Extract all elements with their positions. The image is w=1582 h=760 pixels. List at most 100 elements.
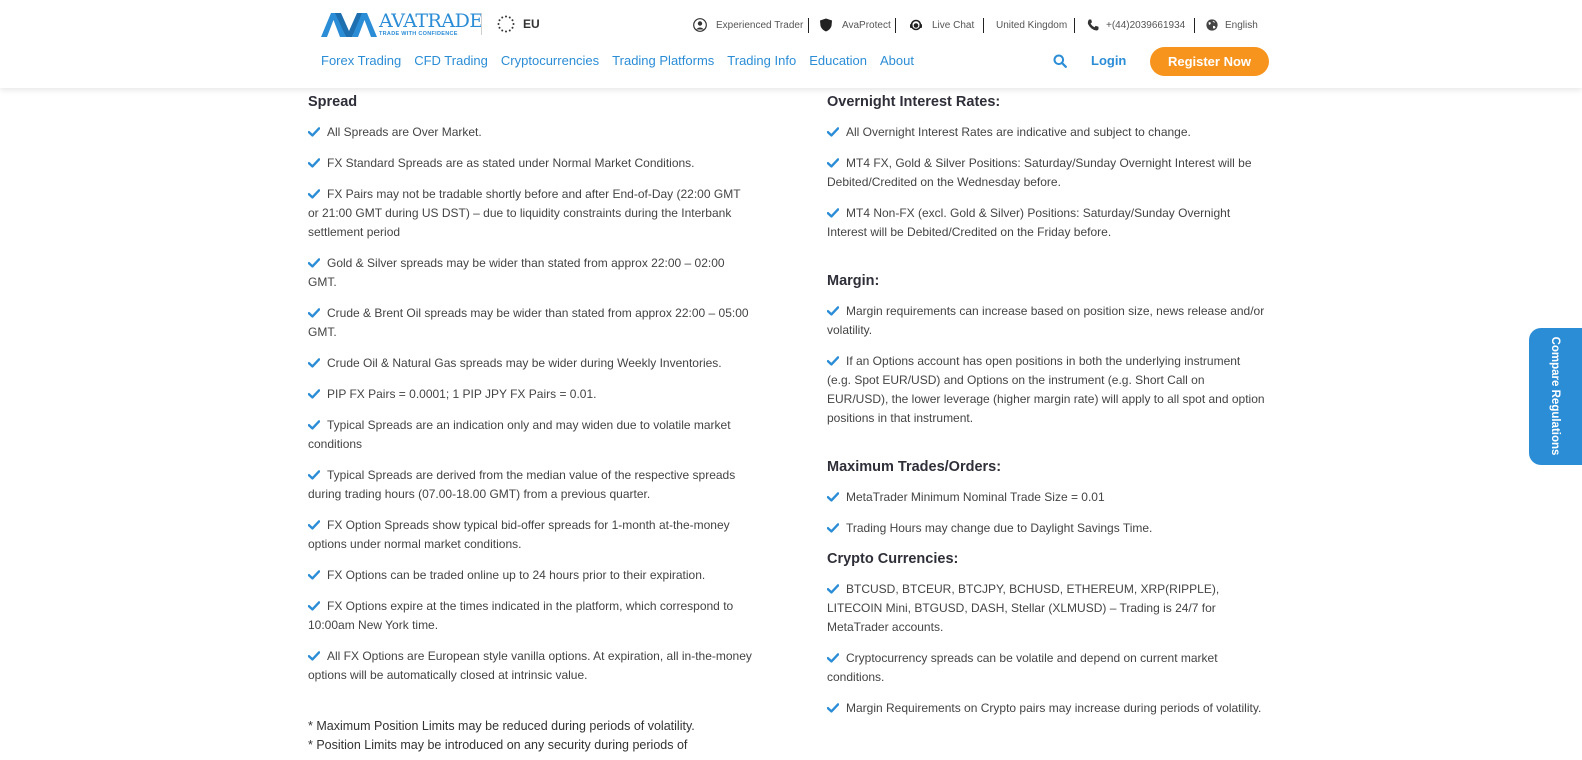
list-item: FX Pairs may not be tradable shortly bef… <box>308 185 753 242</box>
list-item: Cryptocurrency spreads can be volatile a… <box>827 649 1267 687</box>
checkmark-icon <box>308 308 320 318</box>
nav-item-cfd-trading[interactable]: CFD Trading <box>414 53 488 68</box>
checkmark-icon <box>308 601 320 611</box>
brand-name: AVATRADE <box>379 10 483 32</box>
search-icon[interactable] <box>1053 54 1067 68</box>
max-trades-title: Maximum Trades/Orders: <box>827 459 1002 475</box>
topbar-label: AvaProtect <box>842 19 891 31</box>
topbar-item-phone[interactable]: +(44)2039661934 <box>1087 17 1185 33</box>
main-nav: Forex Trading CFD Trading Cryptocurrenci… <box>321 53 927 68</box>
nav-item-cryptocurrencies[interactable]: Cryptocurrencies <box>501 53 599 68</box>
checkmark-icon <box>308 570 320 580</box>
list-item: FX Option Spreads show typical bid-offer… <box>308 516 753 554</box>
login-link[interactable]: Login <box>1091 53 1126 68</box>
avatrade-logo[interactable]: AVATRADE TRADE WITH CONFIDENCE <box>321 12 483 38</box>
list-item: Typical Spreads are an indication only a… <box>308 416 753 454</box>
list-item: FX Options can be traded online up to 24… <box>308 566 753 585</box>
topbar-divider <box>1074 17 1075 33</box>
list-item: Margin requirements can increase based o… <box>827 302 1267 340</box>
logo-divider <box>481 13 482 35</box>
list-item: MT4 FX, Gold & Silver Positions: Saturda… <box>827 154 1267 192</box>
nav-item-trading-info[interactable]: Trading Info <box>727 53 796 68</box>
position-limits-note: * Position Limits may be introduced on a… <box>308 738 688 752</box>
region-label: EU <box>523 17 540 31</box>
list-item: Margin Requirements on Crypto pairs may … <box>827 699 1267 718</box>
checkmark-icon <box>308 651 320 661</box>
crypto-title: Crypto Currencies: <box>827 551 959 567</box>
checkmark-icon <box>308 420 320 430</box>
shield-icon <box>820 18 832 32</box>
topbar-item-experienced-trader[interactable]: Experienced Trader <box>693 17 803 33</box>
topbar-divider <box>808 17 809 33</box>
list-item-text: Gold & Silver spreads may be wider than … <box>308 256 725 289</box>
region-selector[interactable]: EU <box>497 15 540 33</box>
checkmark-icon <box>308 470 320 480</box>
topbar-divider <box>983 17 984 33</box>
list-item: BTCUSD, BTCEUR, BTCJPY, BCHUSD, ETHEREUM… <box>827 580 1267 637</box>
topbar-item-avaprotect[interactable]: AvaProtect <box>819 17 891 33</box>
headset-icon <box>910 19 922 31</box>
list-item-text: MT4 Non-FX (excl. Gold & Silver) Positio… <box>827 206 1231 239</box>
register-now-button[interactable]: Register Now <box>1150 47 1269 76</box>
list-item: All FX Options are European style vanill… <box>308 647 753 685</box>
list-item-text: Typical Spreads are derived from the med… <box>308 468 736 501</box>
nav-item-education[interactable]: Education <box>809 53 867 68</box>
topbar-divider <box>895 17 896 33</box>
ava-logo-icon <box>321 12 377 37</box>
list-item-text: Cryptocurrency spreads can be volatile a… <box>827 651 1218 684</box>
checkmark-icon <box>827 158 839 168</box>
checkmark-icon <box>827 653 839 663</box>
spread-list: All Spreads are Over Market. FX Standard … <box>308 123 753 685</box>
checkmark-icon <box>827 523 839 533</box>
list-item: If an Options account has open positions… <box>827 352 1267 428</box>
list-item: MT4 Non-FX (excl. Gold & Silver) Positio… <box>827 204 1267 242</box>
checkmark-icon <box>308 127 320 137</box>
topbar-label: United Kingdom <box>996 19 1068 31</box>
eu-stars-icon <box>497 15 515 33</box>
list-item: Typical Spreads are derived from the med… <box>308 466 753 504</box>
checkmark-icon <box>308 189 320 199</box>
list-item: FX Standard Spreads are as stated under … <box>308 154 753 173</box>
checkmark-icon <box>827 584 839 594</box>
checkmark-icon <box>827 127 839 137</box>
list-item-text: FX Options expire at the times indicated… <box>308 599 734 632</box>
list-item-text: Margin requirements can increase based o… <box>827 304 1265 337</box>
checkmark-icon <box>827 208 839 218</box>
globe-icon <box>1206 19 1218 31</box>
crypto-list: BTCUSD, BTCEUR, BTCJPY, BCHUSD, ETHEREUM… <box>827 580 1267 718</box>
nav-item-trading-platforms[interactable]: Trading Platforms <box>612 53 714 68</box>
list-item-text: All FX Options are European style vanill… <box>308 649 752 682</box>
topbar-item-country[interactable]: United Kingdom <box>996 17 1067 33</box>
topbar-item-language[interactable]: English <box>1206 17 1258 33</box>
list-item-text: PIP FX Pairs = 0.0001; 1 PIP JPY FX Pair… <box>327 387 597 401</box>
list-item-text: Trading Hours may change due to Daylight… <box>846 521 1153 535</box>
compare-regulations-tab[interactable]: Compare Regulations <box>1529 328 1582 465</box>
phone-icon <box>1087 19 1099 31</box>
list-item: FX Options expire at the times indicated… <box>308 597 753 635</box>
list-item-text: If an Options account has open positions… <box>827 354 1265 425</box>
topbar-item-live-chat[interactable]: Live Chat <box>909 17 974 33</box>
list-item-text: FX Option Spreads show typical bid-offer… <box>308 518 730 551</box>
list-item-text: MT4 FX, Gold & Silver Positions: Saturda… <box>827 156 1252 189</box>
position-limits-note: * Maximum Position Limits may be reduced… <box>308 719 695 733</box>
checkmark-icon <box>308 389 320 399</box>
list-item: All Overnight Interest Rates are indicat… <box>827 123 1267 142</box>
checkmark-icon <box>308 520 320 530</box>
list-item: MetaTrader Minimum Nominal Trade Size = … <box>827 488 1267 507</box>
checkmark-icon <box>827 356 839 366</box>
topbar-label: Experienced Trader <box>716 19 804 31</box>
list-item-text: FX Standard Spreads are as stated under … <box>327 156 695 170</box>
list-item-text: FX Options can be traded online up to 24… <box>327 568 706 582</box>
site-header: AVATRADE TRADE WITH CONFIDENCE EU Experi… <box>0 0 1582 88</box>
compare-regulations-label: Compare Regulations <box>1549 336 1561 456</box>
conditions-column: Overnight Interest Rates: All Overnight … <box>827 90 1267 730</box>
topbar-label: Live Chat <box>932 19 975 31</box>
nav-item-about[interactable]: About <box>880 53 914 68</box>
list-item-text: Margin Requirements on Crypto pairs may … <box>846 701 1262 715</box>
overnight-interest-list: All Overnight Interest Rates are indicat… <box>827 123 1267 242</box>
list-item-text: Typical Spreads are an indication only a… <box>308 418 731 451</box>
topbar-label: English <box>1225 19 1258 31</box>
nav-item-forex-trading[interactable]: Forex Trading <box>321 53 401 68</box>
list-item-text: Crude Oil & Natural Gas spreads may be w… <box>327 356 722 370</box>
spread-title: Spread <box>308 94 358 110</box>
